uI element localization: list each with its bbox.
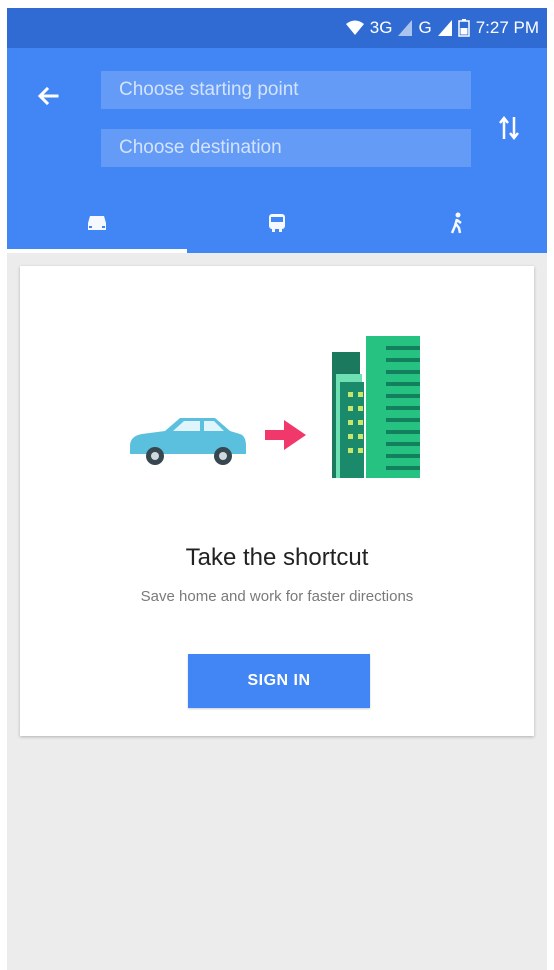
app-screen: 3G G 7:27 PM Choose starting point Choos…	[7, 8, 547, 970]
transit-icon	[269, 214, 285, 232]
buildings-icon	[332, 336, 420, 478]
card-subtitle: Save home and work for faster directions	[140, 588, 414, 605]
card-title: Take the shortcut	[185, 544, 369, 571]
car-icon	[88, 216, 106, 230]
battery-icon	[457, 19, 470, 37]
directions-header: Choose starting point Choose destination	[7, 48, 547, 253]
travel-mode-tabs	[7, 193, 547, 253]
status-icons: 3G G 7:27 PM	[345, 18, 539, 38]
shortcut-card: Take the shortcut Save home and work for…	[20, 266, 534, 736]
walk-icon	[450, 212, 462, 234]
wifi-icon	[345, 20, 364, 35]
selected-tab-indicator	[7, 249, 187, 253]
network-type-label: 3G	[369, 18, 393, 37]
arrow-right-icon	[265, 420, 306, 450]
status-bar: 3G G 7:27 PM	[7, 8, 547, 48]
tab-driving[interactable]	[7, 193, 187, 253]
destination-input[interactable]: Choose destination	[101, 129, 471, 167]
signal-icon	[398, 20, 413, 36]
back-arrow-icon[interactable]	[35, 83, 61, 109]
sign-in-button[interactable]: SIGN IN	[188, 654, 370, 708]
starting-point-input[interactable]: Choose starting point	[101, 71, 471, 109]
network-type-label-2: G	[418, 18, 432, 37]
car-icon	[130, 418, 246, 465]
swap-icon[interactable]	[497, 113, 521, 143]
destination-placeholder: Choose destination	[119, 137, 282, 158]
signal-icon-2	[437, 20, 452, 36]
car-to-building-illustration	[130, 336, 420, 478]
tab-transit[interactable]	[187, 193, 367, 253]
starting-point-placeholder: Choose starting point	[119, 79, 299, 100]
tab-walking[interactable]	[367, 193, 547, 253]
clock: 7:27 PM	[475, 18, 539, 37]
